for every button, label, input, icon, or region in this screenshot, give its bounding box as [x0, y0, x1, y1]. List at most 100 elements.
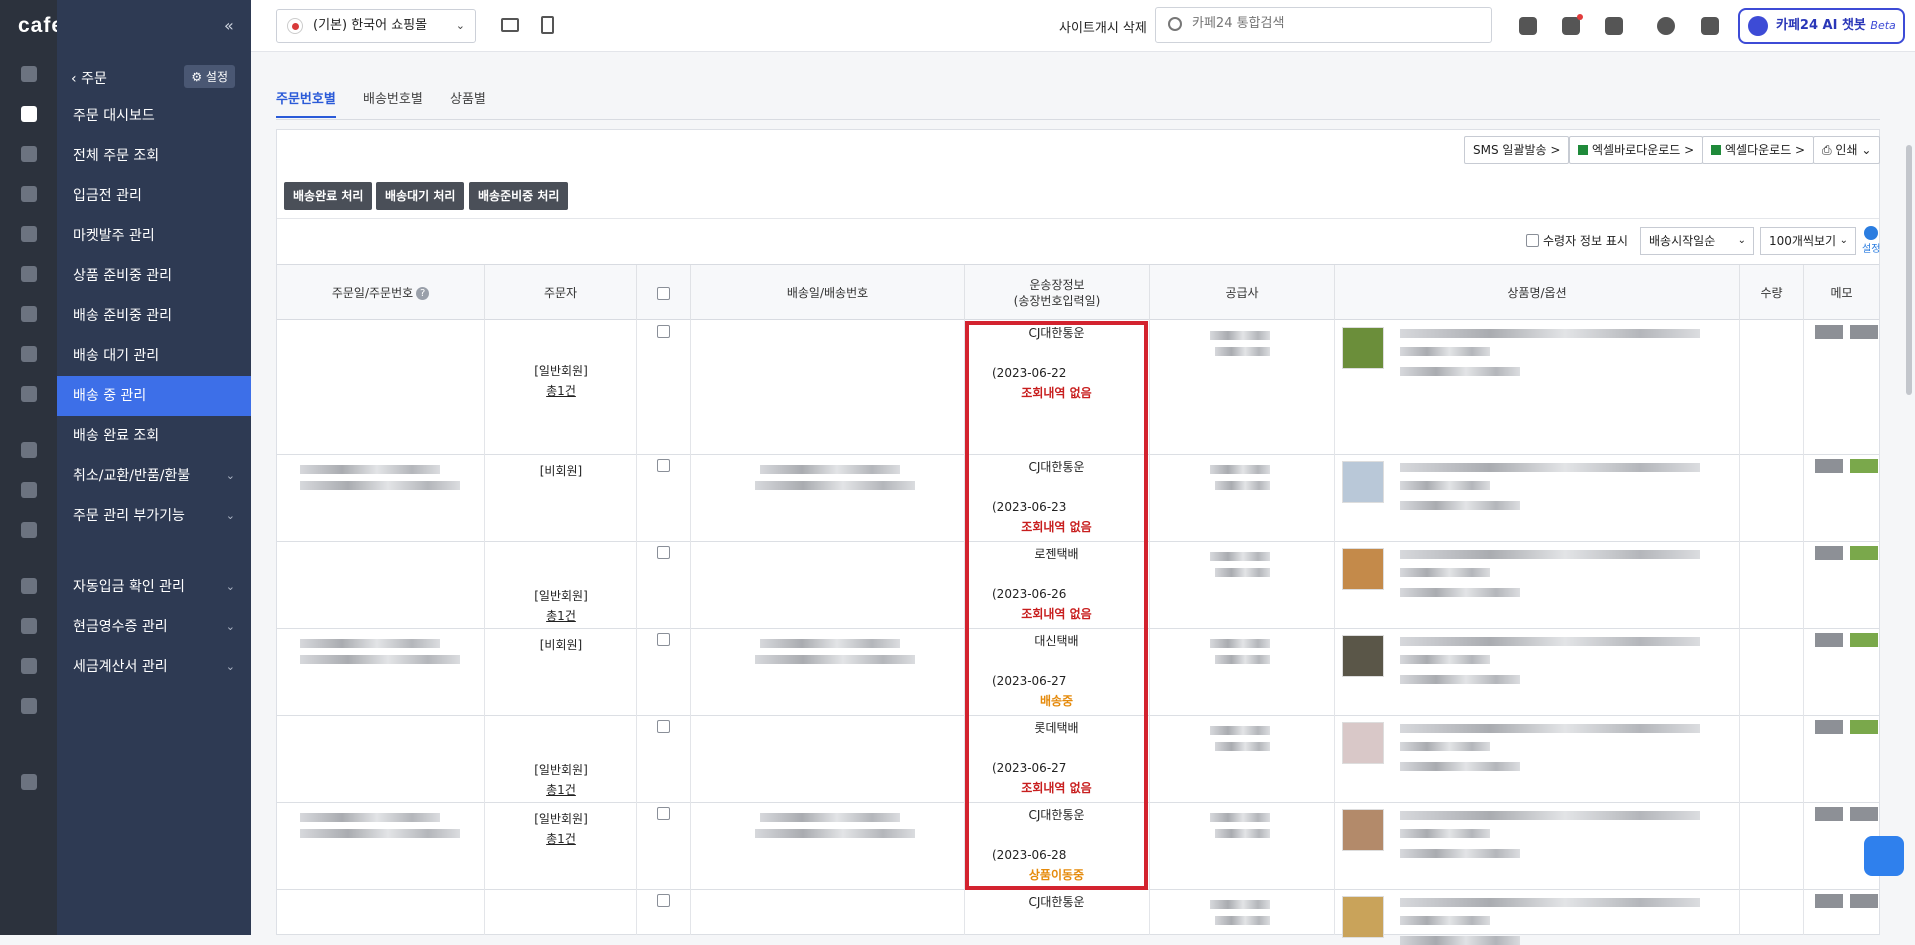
- apps-grid-icon[interactable]: [1701, 17, 1719, 35]
- row-checkbox[interactable]: [657, 807, 670, 820]
- row-checkbox[interactable]: [657, 894, 670, 907]
- order-count-link[interactable]: 총1건: [485, 780, 637, 800]
- memo-badge[interactable]: [1815, 459, 1843, 473]
- product-thumbnail[interactable]: [1342, 327, 1384, 369]
- collapse-sidebar-button[interactable]: «: [224, 16, 234, 35]
- row-checkbox[interactable]: [657, 633, 670, 646]
- site-stop-link[interactable]: 사이트개시 삭제: [1059, 17, 1147, 36]
- row-checkbox[interactable]: [657, 459, 670, 472]
- chat-helper-button[interactable]: [1864, 836, 1904, 876]
- print-button[interactable]: ⎙ 인쇄 ⌄: [1813, 136, 1881, 164]
- excel-download-button[interactable]: 엑셀다운로드 >: [1702, 136, 1815, 164]
- sidebar-item[interactable]: 배송 중 관리: [57, 376, 251, 416]
- wait-delivery-button[interactable]: 배송대기 처리: [376, 182, 465, 210]
- tab-shipping-number[interactable]: 배송번호별: [363, 88, 423, 116]
- excel-direct-download-button[interactable]: 엑셀바로다운로드 >: [1569, 136, 1704, 164]
- product-thumbnail[interactable]: [1342, 635, 1384, 677]
- copy-icon[interactable]: [21, 698, 37, 714]
- row-checkbox[interactable]: [657, 546, 670, 559]
- sidebar-item[interactable]: 상품 준비중 관리: [57, 256, 251, 296]
- user-icon[interactable]: [21, 186, 37, 202]
- inbox-icon[interactable]: [21, 658, 37, 674]
- product-thumbnail[interactable]: [1342, 722, 1384, 764]
- palette-icon[interactable]: [21, 266, 37, 282]
- sidebar-item[interactable]: 전체 주문 조회: [57, 136, 251, 176]
- complete-delivery-button[interactable]: 배송완료 처리: [284, 182, 373, 210]
- memo-badge[interactable]: [1850, 459, 1878, 473]
- sidebar-item[interactable]: 주문 대시보드: [57, 96, 251, 136]
- megaphone-icon[interactable]: [21, 482, 37, 498]
- sidebar-settings-button[interactable]: ⚙ 설정: [184, 65, 235, 88]
- help-icon[interactable]: ?: [416, 286, 430, 300]
- mobile-view-icon[interactable]: [541, 16, 554, 34]
- desktop-view-icon[interactable]: [501, 18, 519, 32]
- memo-badge[interactable]: [1850, 894, 1878, 908]
- stats-icon[interactable]: [21, 346, 37, 362]
- per-page-select[interactable]: 100개씩보기 ⌄: [1760, 227, 1856, 255]
- mail-icon[interactable]: [21, 306, 37, 322]
- bookmark-icon[interactable]: [1605, 17, 1623, 35]
- show-receiver-checkbox[interactable]: [1526, 234, 1539, 247]
- market-icon[interactable]: [21, 522, 37, 538]
- board-icon[interactable]: [21, 226, 37, 242]
- order-count-link[interactable]: 총1건: [485, 829, 637, 849]
- col-select-all: [637, 265, 691, 321]
- prepare-delivery-button[interactable]: 배송준비중 처리: [469, 182, 569, 210]
- col-ship-no: 배송일/배송번호: [691, 265, 965, 321]
- global-search[interactable]: [1155, 7, 1492, 43]
- bell-icon[interactable]: [1562, 17, 1580, 35]
- memo-badge[interactable]: [1815, 633, 1843, 647]
- sms-bulk-button[interactable]: SMS 일괄발송 >: [1464, 136, 1570, 164]
- col-supplier: 공급사: [1150, 265, 1335, 321]
- sidebar-item[interactable]: 배송 완료 조회: [57, 416, 251, 456]
- memo-badge[interactable]: [1815, 325, 1843, 339]
- row-checkbox[interactable]: [657, 325, 670, 338]
- product-thumbnail[interactable]: [1342, 548, 1384, 590]
- memo-badge[interactable]: [1850, 807, 1878, 821]
- sidebar-item[interactable]: 취소/교환/반품/환불 ⌄: [57, 456, 251, 496]
- order-count-link[interactable]: 총1건: [485, 606, 637, 626]
- product-thumbnail[interactable]: [1342, 809, 1384, 851]
- sidebar-item[interactable]: 입금전 관리: [57, 176, 251, 216]
- sidebar-item[interactable]: 세금계산서 관리 ⌄: [57, 647, 251, 687]
- row-checkbox[interactable]: [657, 720, 670, 733]
- tab-order-number[interactable]: 주문번호별: [276, 88, 336, 118]
- product-thumbnail[interactable]: [1342, 896, 1384, 938]
- ai-chatbot-button[interactable]: 카페24 AI 챗봇 Beta: [1738, 8, 1905, 44]
- sidebar-item[interactable]: 자동입금 확인 관리 ⌄: [57, 567, 251, 607]
- search-input[interactable]: [1192, 16, 1482, 31]
- cart-icon[interactable]: [21, 106, 37, 122]
- memo-badge[interactable]: [1850, 546, 1878, 560]
- truck-icon[interactable]: [21, 578, 37, 594]
- sidebar-item[interactable]: 주문 관리 부가기능 ⌄: [57, 496, 251, 536]
- order-count-link[interactable]: 총1건: [485, 381, 637, 401]
- memo-badge[interactable]: [1815, 807, 1843, 821]
- sidebar-item[interactable]: 배송 대기 관리: [57, 336, 251, 376]
- sidebar-item[interactable]: 배송 준비중 관리: [57, 296, 251, 336]
- gear-icon[interactable]: [21, 774, 37, 790]
- headset-icon[interactable]: [1519, 17, 1537, 35]
- shop-select[interactable]: (기본) 한국어 쇼핑몰 ⌄: [276, 9, 476, 43]
- memo-badge[interactable]: [1850, 325, 1878, 339]
- folder-icon[interactable]: [21, 618, 37, 634]
- select-all-checkbox[interactable]: [657, 286, 670, 300]
- scrollbar[interactable]: [1906, 145, 1912, 395]
- sort-select[interactable]: 배송시작일순 ⌄: [1640, 227, 1754, 255]
- report-icon[interactable]: [21, 386, 37, 402]
- memo-badge[interactable]: [1815, 894, 1843, 908]
- memo-badge[interactable]: [1850, 720, 1878, 734]
- sidebar-item[interactable]: 마켓발주 관리: [57, 216, 251, 256]
- memo-badge[interactable]: [1815, 546, 1843, 560]
- col-qty: 수량: [1740, 265, 1804, 321]
- home-icon[interactable]: [21, 66, 37, 82]
- list-settings-button[interactable]: 설정: [1862, 226, 1880, 255]
- product-thumbnail[interactable]: [1342, 461, 1384, 503]
- back-to-orders-link[interactable]: ‹ 주문: [71, 68, 107, 88]
- memo-badge[interactable]: [1850, 633, 1878, 647]
- tab-product[interactable]: 상품별: [450, 88, 486, 116]
- store-icon[interactable]: [21, 442, 37, 458]
- tshirt-icon[interactable]: [21, 146, 37, 162]
- memo-badge[interactable]: [1815, 720, 1843, 734]
- account-icon[interactable]: [1657, 17, 1675, 35]
- sidebar-item[interactable]: 현금영수증 관리 ⌄: [57, 607, 251, 647]
